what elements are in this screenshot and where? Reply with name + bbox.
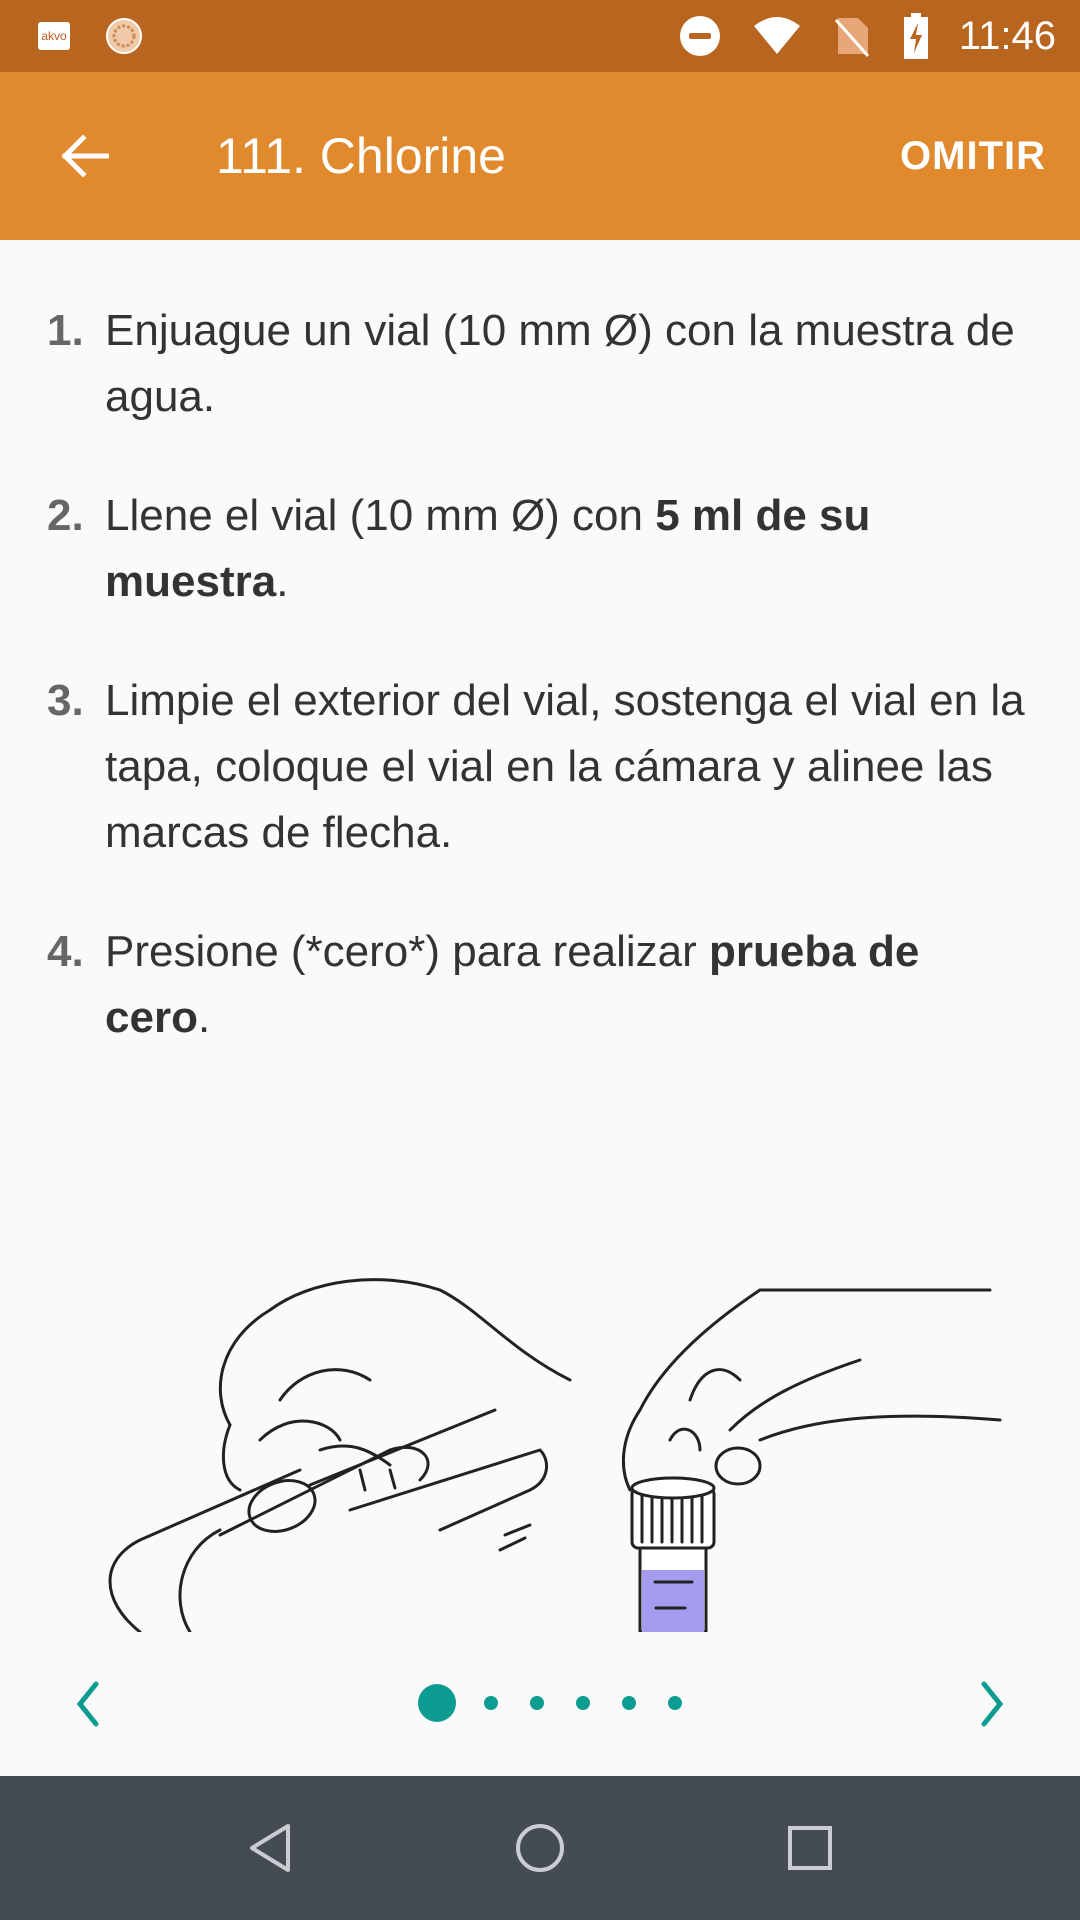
status-time: 11:46 <box>958 14 1056 58</box>
page-dot[interactable] <box>622 1696 636 1710</box>
step-text: Presione (*cero*) para realizar <box>105 927 710 976</box>
back-button[interactable] <box>44 116 124 196</box>
battery-charging-icon <box>904 13 928 59</box>
hands-vial-illustration <box>100 1270 1020 1632</box>
instruction-step: 2. Llene el vial (10 mm Ø) con 5 ml de su… <box>0 483 1080 615</box>
step-pager <box>0 1664 1080 1744</box>
page-title: 111. Chlorine <box>216 128 506 184</box>
do-not-disturb-icon <box>680 16 720 56</box>
triangle-back-icon[interactable] <box>240 1818 300 1878</box>
page-dot-active[interactable] <box>418 1684 456 1722</box>
instruction-list: 1. Enjuague un vial (10 mm Ø) con la mues… <box>0 298 1080 1104</box>
step-text: . <box>276 557 289 606</box>
page-dot[interactable] <box>576 1696 590 1710</box>
sync-app-icon <box>106 18 142 54</box>
wifi-icon <box>754 17 800 54</box>
page-dot[interactable] <box>530 1696 544 1710</box>
status-bar: akvo 11:46 <box>0 0 1080 72</box>
step-number: 1. <box>47 306 84 355</box>
app-bar: 111. Chlorine OMITIR <box>0 72 1080 240</box>
chevron-right-icon[interactable] <box>960 1674 1020 1734</box>
page-dot[interactable] <box>484 1696 498 1710</box>
arrow-left-icon <box>61 134 109 178</box>
no-sim-icon <box>834 18 870 57</box>
step-number: 3. <box>47 676 84 725</box>
page-indicator <box>418 1684 714 1722</box>
system-nav-bar <box>0 1776 1080 1920</box>
step-text: Enjuague un vial (10 mm Ø) con la muestr… <box>105 306 1015 421</box>
step-number: 4. <box>47 927 84 976</box>
step-text: . <box>197 993 211 1042</box>
square-recents-icon[interactable] <box>780 1818 840 1878</box>
skip-button[interactable]: OMITIR <box>900 128 1046 184</box>
instruction-step: 1. Enjuague un vial (10 mm Ø) con la mues… <box>0 298 1080 430</box>
circle-home-icon[interactable] <box>510 1818 570 1878</box>
chevron-left-icon[interactable] <box>60 1674 120 1734</box>
akvo-app-icon: akvo <box>38 22 70 50</box>
page-dot[interactable] <box>668 1696 682 1710</box>
step-text: Llene el vial (10 mm Ø) con <box>105 491 656 540</box>
instruction-step: 4. Presione (*cero*) para realizar prueba… <box>0 919 1080 1051</box>
instruction-step: 3. Limpie el exterior del vial, sostenga … <box>0 668 1080 866</box>
step-number: 2. <box>47 491 84 540</box>
step-text: Limpie el exterior del vial, sostenga el… <box>105 676 1025 857</box>
